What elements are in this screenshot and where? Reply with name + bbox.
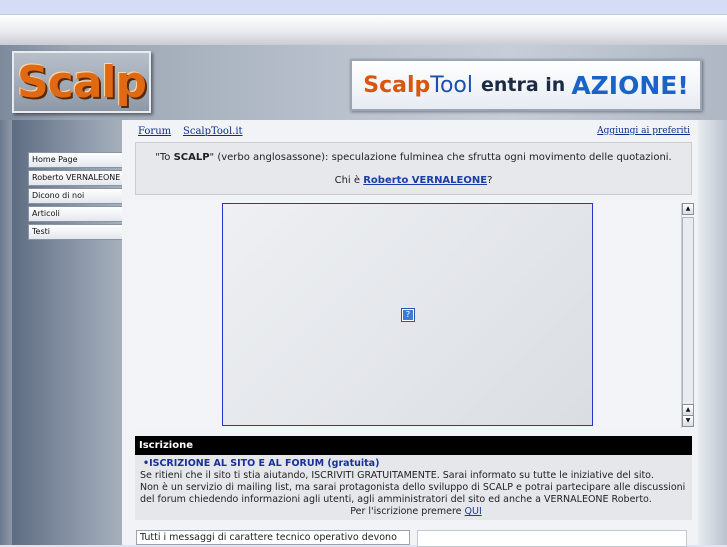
iscrizione-line-3-prefix: Per l'iscrizione premere <box>350 506 462 517</box>
banner-highlight: AZIONE! <box>571 70 689 100</box>
iscrizione-line-1: Se ritieni che il sito ti stia aiutando,… <box>140 470 654 481</box>
quote-open: "To <box>155 152 171 163</box>
notice-box: Tutti i messaggi di carattere tecnico op… <box>136 530 410 545</box>
qui-link[interactable]: QUI <box>465 506 482 517</box>
registration-link[interactable]: ISCRIZIONE AL SITO E AL FORUM (gratuita) <box>143 458 379 470</box>
banner-tagline: entra in <box>480 74 566 96</box>
who-line: Chi è Roberto VERNALEONE? <box>136 175 691 186</box>
who-prefix: Chi è <box>334 175 361 186</box>
iscrizione-body: ISCRIZIONE AL SITO E AL FORUM (gratuita)… <box>135 455 692 520</box>
embedded-frame[interactable]: ? <box>222 203 593 426</box>
definition-text: "To SCALP" (verbo anglosassone): specula… <box>136 152 691 163</box>
scalptool-link[interactable]: ScalpTool.it <box>183 126 243 137</box>
top-nav: Forum ScalpTool.it Aggiungi ai preferiti <box>122 126 698 140</box>
top-band <box>0 15 727 45</box>
sidebar-menu: Home Page Roberto VERNALEONE Dicono di n… <box>28 152 130 242</box>
sidebar: Home Page Roberto VERNALEONE Dicono di n… <box>12 120 130 545</box>
site-header: Scalp Scalp Tool entra in AZIONE! <box>0 45 727 120</box>
scroll-down-button[interactable]: ▼ <box>682 415 694 427</box>
iscrizione-line-2: Non è un servizio di mailing list, ma sa… <box>140 482 686 505</box>
sidebar-item-testi[interactable]: Testi <box>28 224 130 240</box>
right-border <box>698 120 727 545</box>
right-panel <box>417 530 687 547</box>
who-suffix: ? <box>487 175 493 186</box>
promo-banner[interactable]: Scalp Tool entra in AZIONE! <box>350 59 702 111</box>
definition-box: "To SCALP" (verbo anglosassone): specula… <box>135 142 692 195</box>
top-strip <box>0 0 727 15</box>
sidebar-item-roberto-vernaleone[interactable]: Roberto VERNALEONE <box>28 170 130 186</box>
sidebar-item-dicono-di-noi[interactable]: Dicono di noi <box>28 188 130 204</box>
broken-image-icon: ? <box>401 308 415 322</box>
scroll-thumb[interactable] <box>682 217 694 405</box>
embed-area: ? ▲ ▲ ▼ <box>135 200 694 430</box>
roberto-vernaleone-link[interactable]: Roberto VERNALEONE <box>363 175 487 186</box>
add-favorites-link[interactable]: Aggiungi ai preferiti <box>597 126 690 136</box>
iscrizione-line-3: Per l'iscrizione premere QUI <box>140 506 692 518</box>
iscrizione-text: Se ritieni che il sito ti stia aiutando,… <box>140 470 692 518</box>
banner-brand-b: Tool <box>430 72 473 98</box>
iscrizione-header: Iscrizione <box>135 436 692 455</box>
main-content: Forum ScalpTool.it Aggiungi ai preferiti… <box>122 120 698 547</box>
site-logo[interactable]: Scalp <box>12 51 151 113</box>
forum-link[interactable]: Forum <box>138 126 171 137</box>
vertical-scrollbar[interactable]: ▲ ▲ ▼ <box>681 203 694 428</box>
banner-brand-a: Scalp <box>363 72 431 98</box>
quote-term: SCALP <box>173 152 210 163</box>
scroll-up-button[interactable]: ▲ <box>682 203 694 215</box>
quote-rest: " (verbo anglosassone): speculazione ful… <box>209 152 672 163</box>
logo-text: Scalp <box>16 56 147 108</box>
left-border <box>0 120 12 545</box>
sidebar-item-home-page[interactable]: Home Page <box>28 152 130 168</box>
sidebar-item-articoli[interactable]: Articoli <box>28 206 130 222</box>
